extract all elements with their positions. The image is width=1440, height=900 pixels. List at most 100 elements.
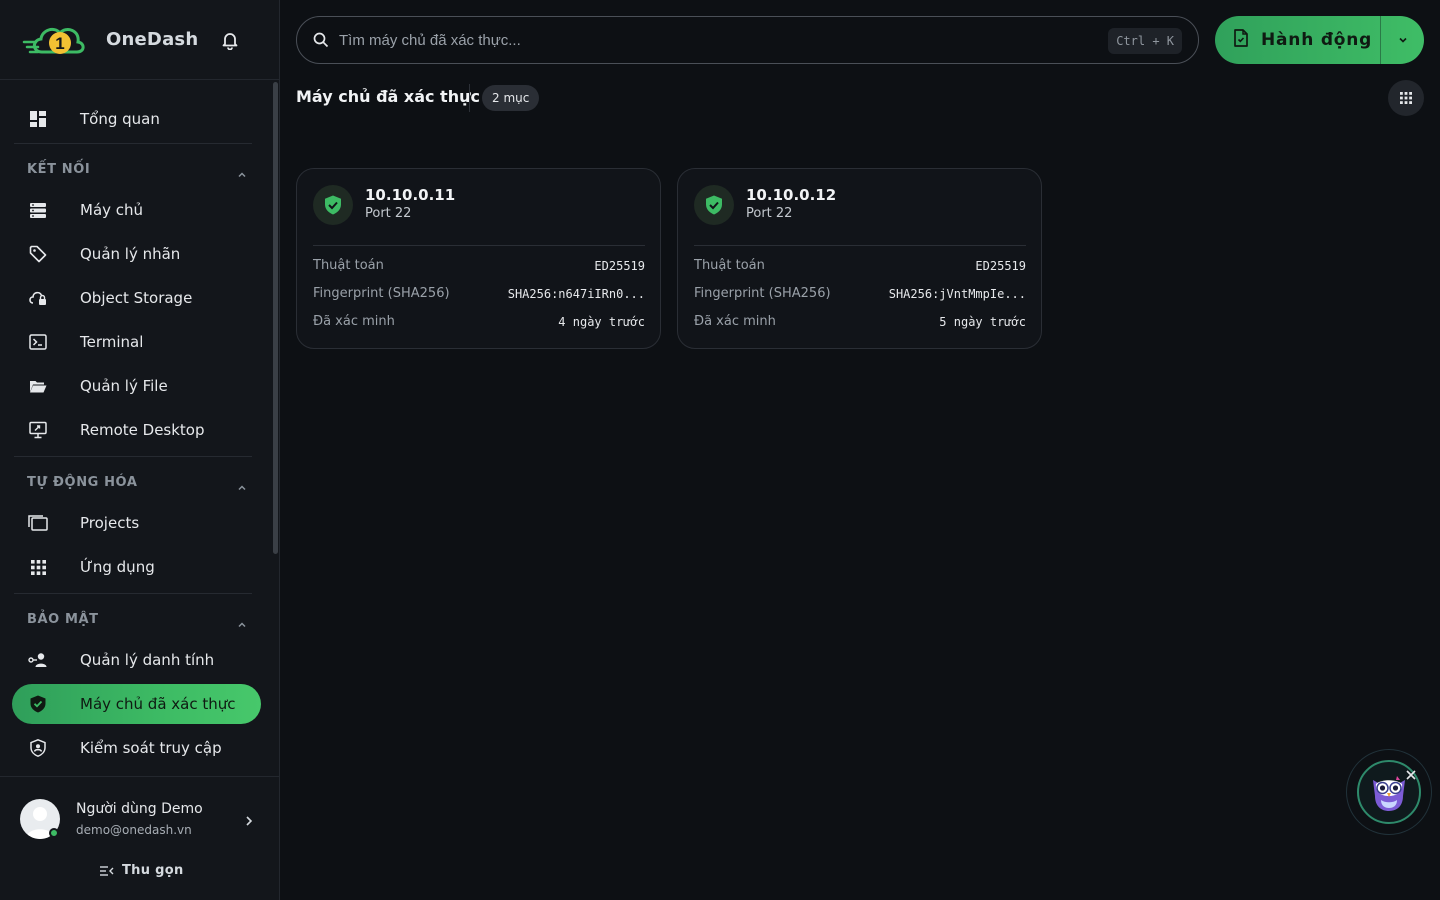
user-name: Người dùng Demo [76,801,203,817]
apps-grid-icon [28,557,48,577]
server-icon [28,200,48,220]
divider [694,245,1026,246]
cloud-lock-icon [28,288,48,308]
page-title: Máy chủ đã xác thực [296,87,480,106]
card-row-fingerprint: Fingerprint (SHA256) SHA256:jVntMmpIe... [694,286,1026,301]
sidebar-item-label: Object Storage [80,289,193,307]
card-row-algorithm: Thuật toán ED25519 [694,258,1026,273]
projects-icon [28,513,48,533]
row-value: 4 ngày trước [558,314,645,329]
sidebar-scrollbar[interactable] [273,82,278,554]
row-value: SHA256:n647iIRn0... [507,286,645,301]
search-bar[interactable]: Ctrl + K [296,16,1199,64]
search-input[interactable] [339,31,1079,49]
chevron-right-icon[interactable] [242,813,256,827]
brand-logo[interactable]: 1 [22,18,94,62]
sidebar-item-overview[interactable]: Tổng quan [12,99,261,139]
sidebar-item-tags[interactable]: Quản lý nhãn [12,234,261,274]
collapse-label: Thu gọn [122,863,184,878]
shield-check-icon [694,185,734,225]
host-ip: 10.10.0.11 [365,186,456,204]
row-key: Đã xác minh [313,314,395,329]
sidebar-item-identity[interactable]: Quản lý danh tính [12,640,261,680]
shield-user-icon [28,738,48,758]
sidebar-item-remote-desktop[interactable]: Remote Desktop [12,410,261,450]
terminal-icon [28,332,48,352]
folder-open-icon [28,376,48,396]
card-row-fingerprint: Fingerprint (SHA256) SHA256:n647iIRn0... [313,286,645,301]
keyboard-shortcut-hint: Ctrl + K [1108,28,1182,54]
section-title-security[interactable]: BẢO MẬT [27,612,99,627]
action-dropdown-toggle[interactable] [1381,16,1424,64]
user-email: demo@onedash.vn [76,823,192,837]
row-key: Fingerprint (SHA256) [694,286,831,301]
document-icon [1233,29,1249,51]
host-port: Port 22 [746,206,793,221]
sidebar-item-label: Máy chủ [80,201,144,219]
card-row-verified: Đã xác minh 5 ngày trước [694,314,1026,329]
action-button-label: Hành động [1261,30,1373,50]
sidebar-item-label: Ứng dụng [80,558,155,576]
shield-check-icon [28,694,48,714]
row-key: Thuật toán [694,258,765,273]
host-port: Port 22 [365,206,412,221]
host-card[interactable]: 10.10.0.12 Port 22 Thuật toán ED25519 Fin… [677,168,1042,349]
sidebar-item-label: Tổng quan [80,110,160,128]
sidebar-item-label: Projects [80,514,140,532]
sidebar-nav: Tổng quan KẾT NỐI Máy chủ Quản lý nhãn O… [0,80,272,776]
sidebar-item-projects[interactable]: Projects [12,503,261,543]
sidebar-item-label: Kiểm soát truy cập [80,739,222,757]
row-key: Fingerprint (SHA256) [313,286,450,301]
action-main-button[interactable]: Hành động [1215,16,1380,64]
divider [14,593,252,594]
row-key: Đã xác minh [694,314,776,329]
chevron-up-icon[interactable] [237,478,247,491]
sidebar-item-label: Quản lý nhãn [80,245,181,263]
shield-check-icon [313,185,353,225]
dashboard-icon [28,109,48,129]
remote-desktop-icon [28,420,48,440]
card-row-verified: Đã xác minh 4 ngày trước [313,314,645,329]
host-ip: 10.10.0.12 [746,186,837,204]
sidebar-item-label: Remote Desktop [80,421,205,439]
section-title-connect[interactable]: KẾT NỐI [27,162,90,177]
sidebar-item-object-storage[interactable]: Object Storage [12,278,261,318]
sidebar-item-label: Terminal [80,333,144,351]
user-profile[interactable]: Người dùng Demo demo@onedash.vn Thu gọn [0,776,279,900]
divider [313,245,645,246]
collapse-sidebar-button[interactable]: Thu gọn [100,863,184,878]
assistant-chat-button[interactable] [1346,749,1432,835]
online-status-dot [49,828,59,838]
grid-view-button[interactable] [1388,80,1424,116]
sidebar: 1 OneDash Tổng quan KẾT NỐI Máy chủ Quản… [0,0,280,900]
sidebar-item-file-manager[interactable]: Quản lý File [12,366,261,406]
card-row-algorithm: Thuật toán ED25519 [313,258,645,273]
logo-letter: 1 [55,34,64,53]
grid-icon [1400,92,1412,104]
brand: 1 OneDash [0,0,279,80]
search-icon [313,32,329,48]
row-key: Thuật toán [313,258,384,273]
sidebar-item-known-hosts[interactable]: Máy chủ đã xác thực [12,684,261,724]
bell-icon[interactable] [220,30,240,50]
row-value: ED25519 [594,258,645,273]
sidebar-item-access-control[interactable]: Kiểm soát truy cập [12,728,261,768]
chevron-up-icon[interactable] [237,165,247,178]
row-value: SHA256:jVntMmpIe... [888,286,1026,301]
sidebar-item-label: Quản lý File [80,377,168,395]
divider [469,84,470,112]
brand-name: OneDash [106,29,199,50]
section-title-automation[interactable]: TỰ ĐỘNG HÓA [27,475,138,490]
close-icon[interactable] [1405,766,1417,780]
divider [14,456,252,457]
sidebar-item-label: Quản lý danh tính [80,651,215,669]
action-button[interactable]: Hành động [1215,16,1424,64]
sidebar-item-servers[interactable]: Máy chủ [12,190,261,230]
host-card[interactable]: 10.10.0.11 Port 22 Thuật toán ED25519 Fin… [296,168,661,349]
count-badge: 2 mục [482,85,540,111]
sidebar-item-apps[interactable]: Ứng dụng [12,547,261,587]
chevron-up-icon[interactable] [237,615,247,628]
chevron-down-icon [1398,37,1407,43]
sidebar-item-terminal[interactable]: Terminal [12,322,261,362]
sidebar-item-label: Máy chủ đã xác thực [80,695,236,713]
